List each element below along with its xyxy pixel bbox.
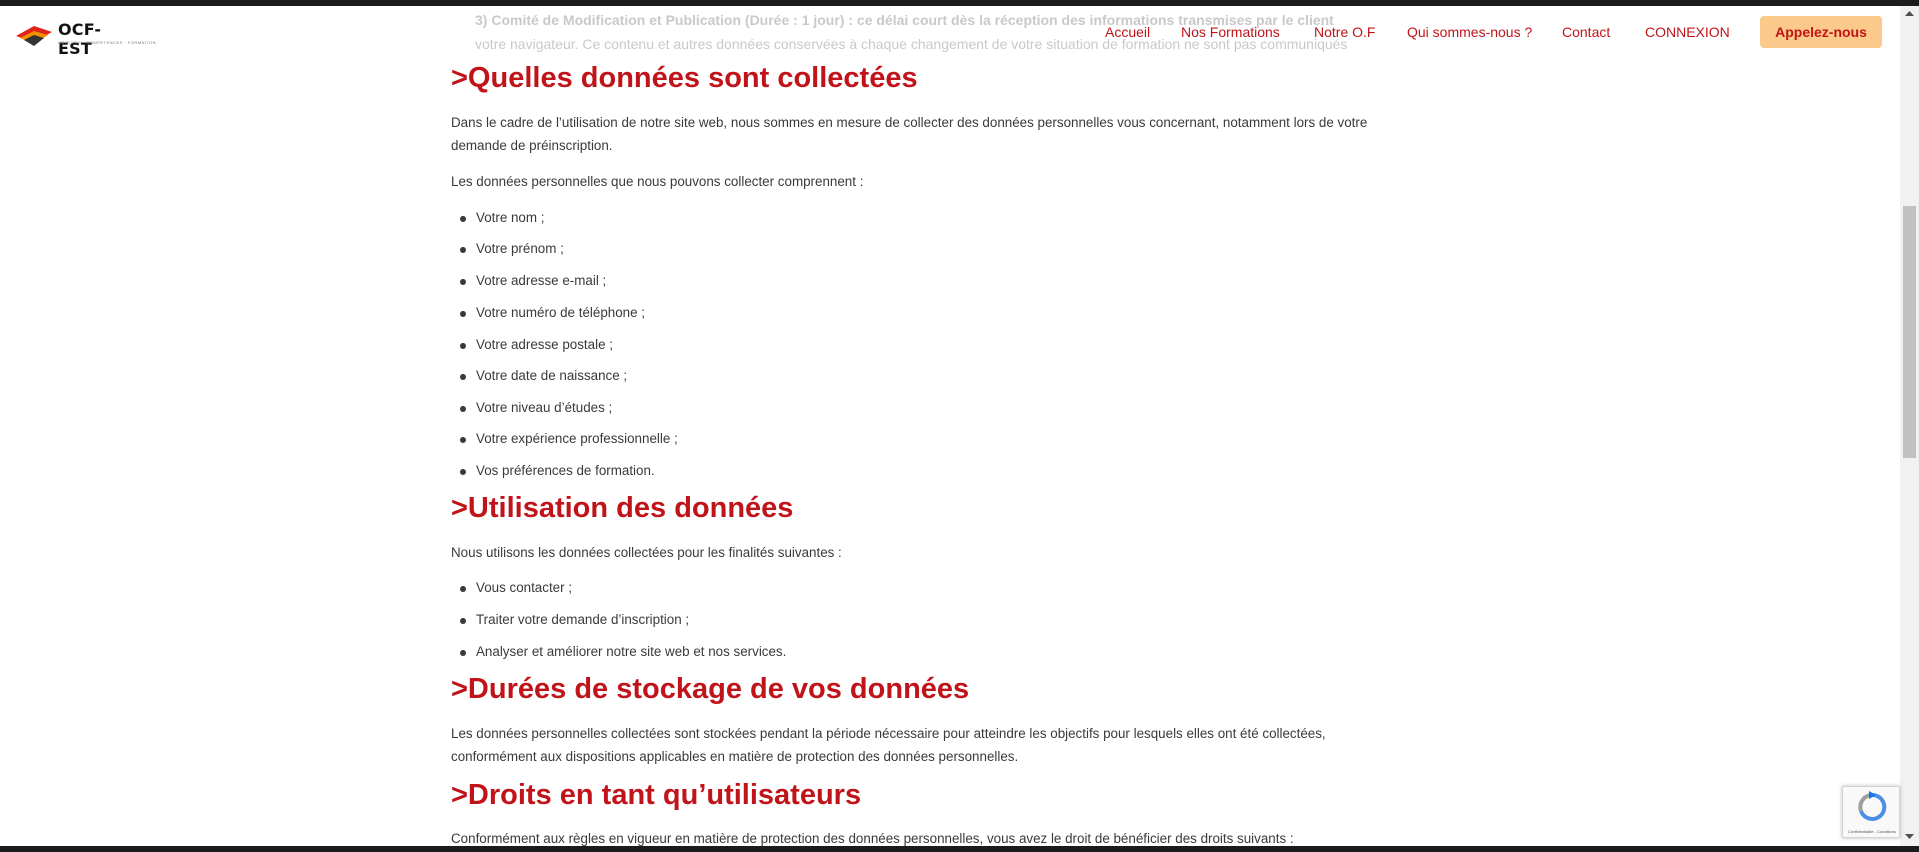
site-header: OCF-EST OBJECTIF · COMPETENCES · FORMATI… xyxy=(0,6,1900,58)
section-title-collected: >Quelles données sont collectées xyxy=(451,62,918,94)
recaptcha-badge[interactable]: Confidentialité - Conditions xyxy=(1842,786,1900,838)
nav-nos-formations[interactable]: Nos Formations xyxy=(1181,24,1280,40)
list-item: Votre numéro de téléphone ; xyxy=(460,305,645,320)
nav-notre-of[interactable]: Notre O.F xyxy=(1314,24,1375,40)
logo-mark-icon xyxy=(16,26,52,46)
list-item: Vos préférences de formation. xyxy=(460,463,655,478)
nav-accueil[interactable]: Accueil xyxy=(1105,24,1150,40)
list-item: Votre prénom ; xyxy=(460,241,564,256)
nav-contact[interactable]: Contact xyxy=(1562,24,1610,40)
list-item: Votre date de naissance ; xyxy=(459,368,627,383)
storage-text: Les données personnelles collectées sont… xyxy=(451,726,1326,764)
usage-intro: Nous utilisons les données collectées po… xyxy=(451,545,842,560)
page-scrollbar[interactable] xyxy=(1900,6,1919,846)
scroll-up-arrow-icon[interactable] xyxy=(1900,6,1919,22)
list-item: Traiter votre demande d’inscription ; xyxy=(459,612,689,627)
call-us-button[interactable]: Appelez-nous xyxy=(1760,16,1882,48)
section-title-rights: >Droits en tant qu’utilisateurs xyxy=(451,779,862,811)
browser-bottom-strip xyxy=(0,846,1919,852)
list-item: Vous contacter ; xyxy=(459,580,572,595)
scroll-down-arrow-icon[interactable] xyxy=(1900,828,1919,844)
site-logo[interactable]: OCF-EST OBJECTIF · COMPETENCES · FORMATI… xyxy=(14,20,156,58)
recaptcha-links[interactable]: Confidentialité - Conditions xyxy=(1845,829,1899,834)
list-item: Votre adresse e-mail ; xyxy=(459,273,606,288)
logo-text: OCF-EST xyxy=(58,20,102,58)
list-item: Votre adresse postale ; xyxy=(460,337,613,352)
section-title-usage: >Utilisation des données xyxy=(451,492,794,524)
list-item: Analyser et améliorer notre site web et … xyxy=(459,644,786,659)
list-item: Votre nom ; xyxy=(459,210,544,225)
list-item: Votre niveau d’études ; xyxy=(459,400,612,415)
logo-tagline: OBJECTIF · COMPETENCES · FORMATION xyxy=(58,40,157,45)
section-title-storage: >Durées de stockage de vos données xyxy=(451,673,970,705)
collected-intro: Dans le cadre de l’utilisation de notre … xyxy=(451,115,1368,153)
scrollbar-thumb[interactable] xyxy=(1903,206,1916,458)
nav-qui-sommes-nous[interactable]: Qui sommes-nous ? xyxy=(1407,24,1532,40)
recaptcha-icon xyxy=(1858,791,1887,821)
collected-lead: Les données personnelles que nous pouvon… xyxy=(451,174,864,189)
list-item: Votre expérience professionnelle ; xyxy=(460,431,678,446)
nav-connexion[interactable]: CONNEXION xyxy=(1645,24,1730,40)
